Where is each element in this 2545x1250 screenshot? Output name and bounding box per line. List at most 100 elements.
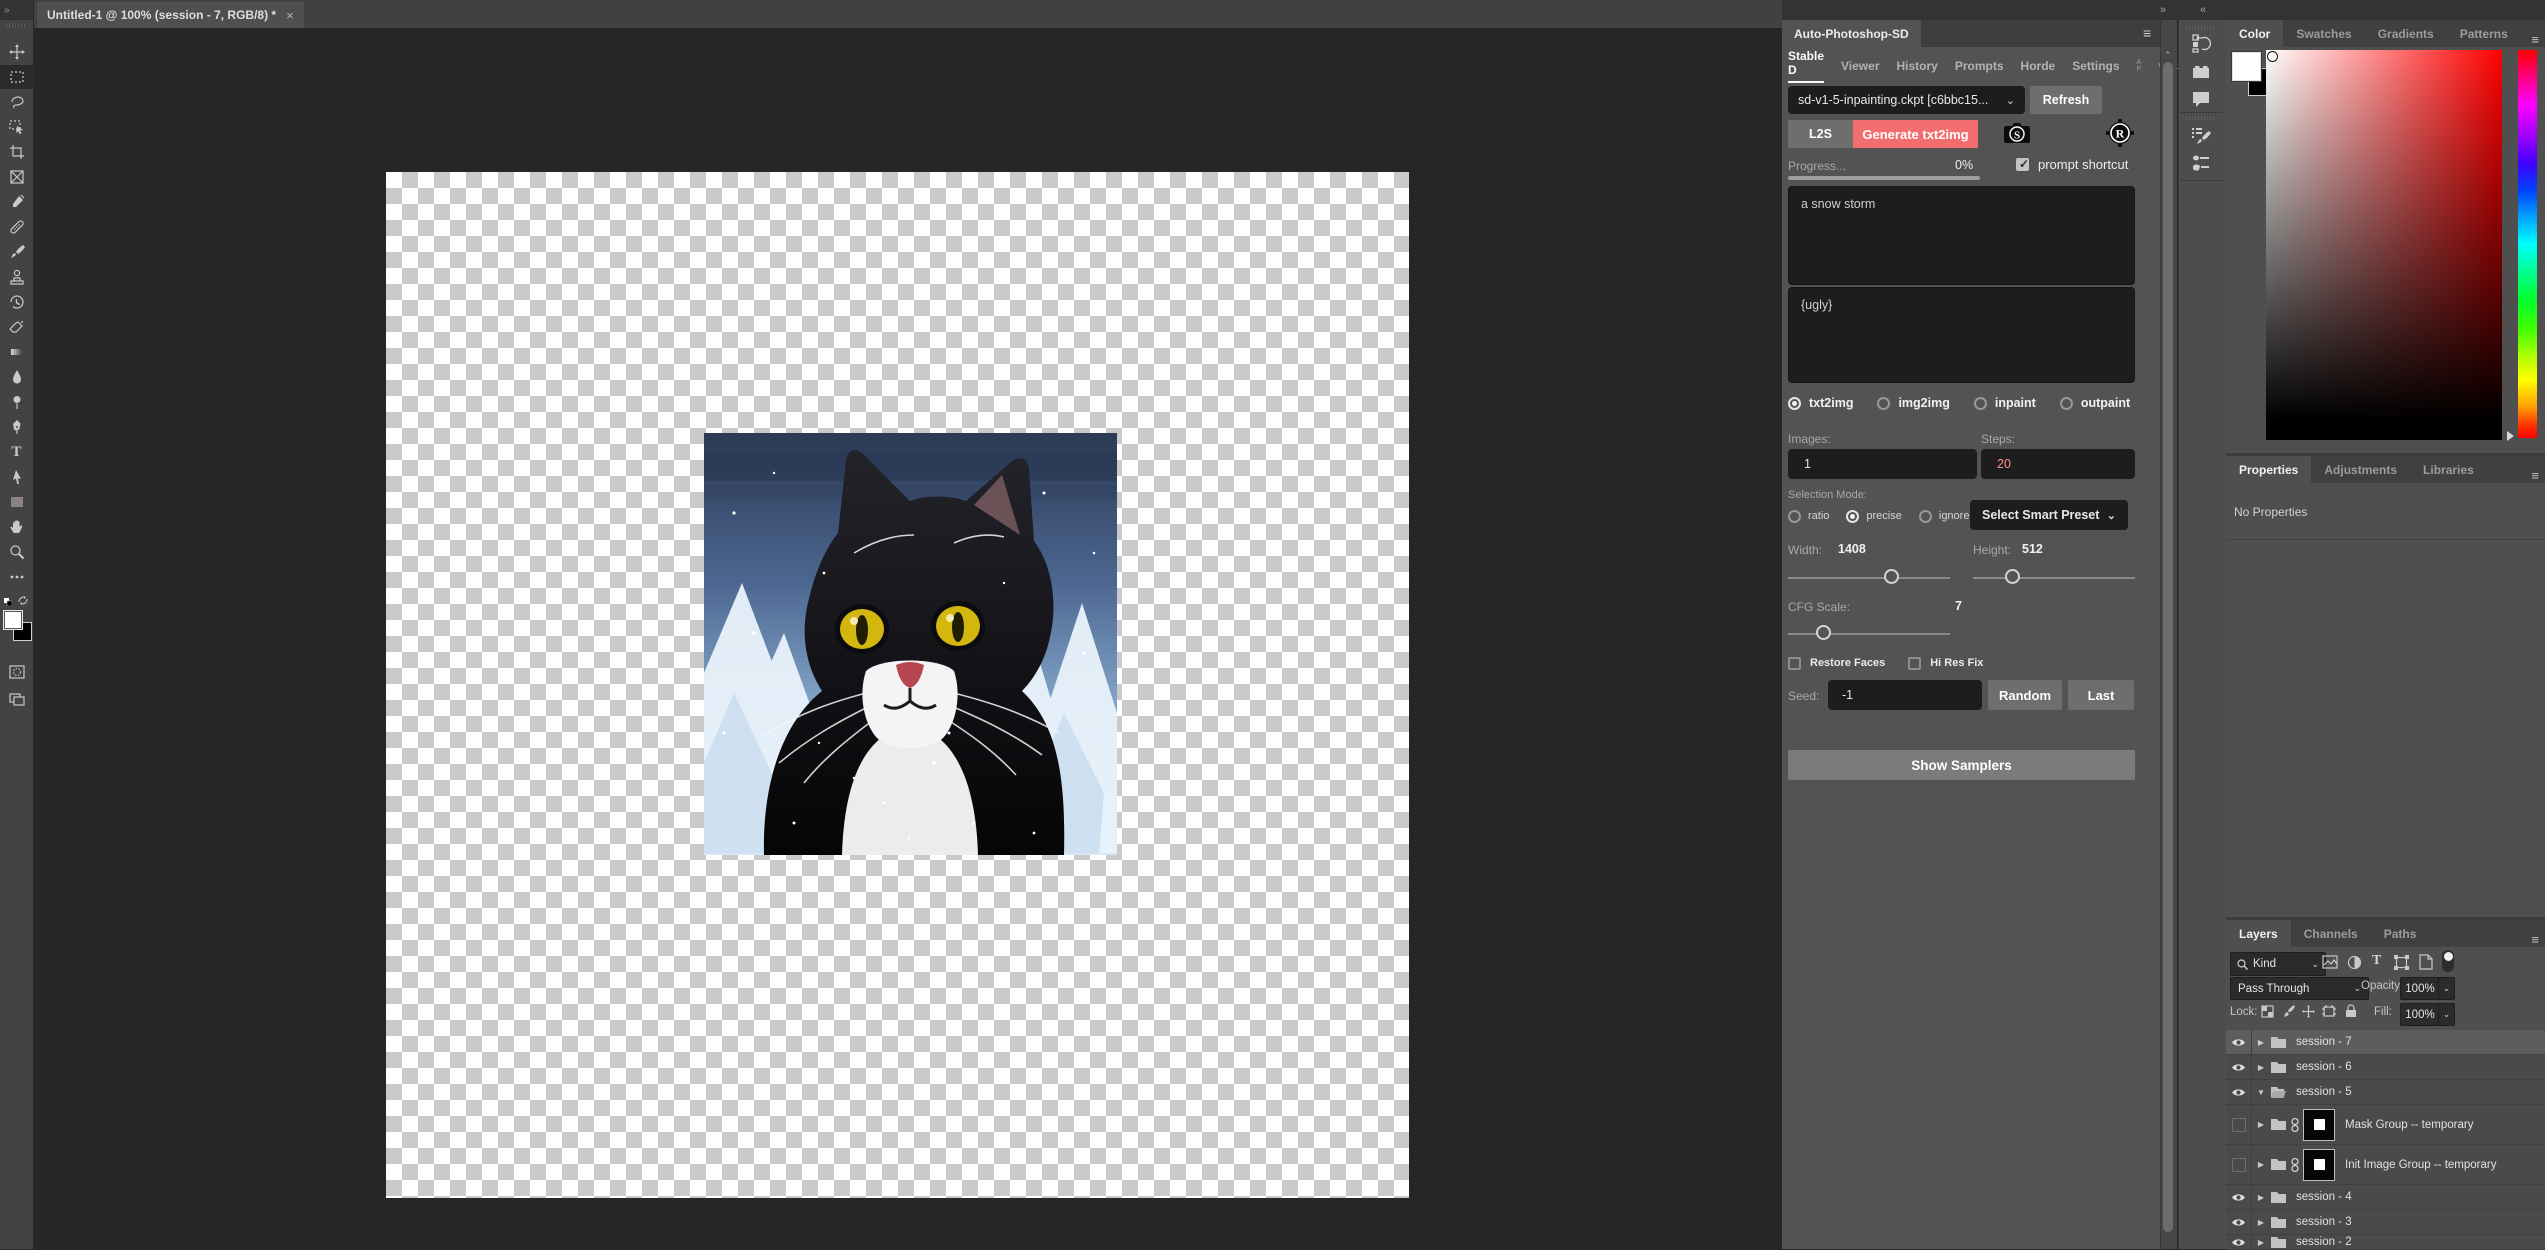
tab-adjustments[interactable]: Adjustments bbox=[2311, 456, 2410, 483]
tab-patterns[interactable]: Patterns bbox=[2447, 20, 2521, 47]
outpaint-radio[interactable] bbox=[2060, 397, 2073, 410]
negative-prompt-textarea[interactable]: {ugly} bbox=[1788, 287, 2135, 383]
fill-input[interactable]: 100% bbox=[2400, 1003, 2440, 1026]
filter-adjustment-layers-icon[interactable] bbox=[2347, 955, 2362, 970]
tab-paths[interactable]: Paths bbox=[2371, 920, 2430, 947]
tab-history[interactable]: History bbox=[1897, 59, 1938, 73]
plugin-collapse-icon[interactable]: » bbox=[2160, 4, 2166, 16]
snapshot-camera-icon[interactable]: S bbox=[2002, 120, 2032, 146]
layer-mask-thumbnail[interactable] bbox=[2303, 1109, 2335, 1141]
comments-panel-icon[interactable] bbox=[2189, 88, 2213, 110]
object-selection-tool-icon[interactable] bbox=[0, 115, 33, 139]
eraser-tool-icon[interactable] bbox=[0, 315, 33, 339]
mask-link-icon[interactable] bbox=[2291, 1117, 2299, 1133]
plugin-panel-tab[interactable]: Auto-Photoshop-SD bbox=[1782, 20, 1921, 47]
fill-dropdown-button[interactable]: ⌄ bbox=[2438, 1003, 2455, 1026]
history-panel-icon[interactable] bbox=[2189, 32, 2213, 54]
visibility-toggle[interactable] bbox=[2226, 1235, 2252, 1249]
expand-chevron-icon[interactable]: ▶ bbox=[2252, 1193, 2270, 1202]
model-select[interactable]: sd-v1-5-inpainting.ckpt [c6bbc15... ⌄ bbox=[1788, 86, 2025, 114]
restore-faces-checkbox[interactable] bbox=[1788, 657, 1801, 670]
fg-color-swatch[interactable] bbox=[2232, 52, 2261, 81]
crop-tool-icon[interactable] bbox=[0, 140, 33, 164]
strip-grip[interactable] bbox=[2186, 26, 2216, 30]
path-selection-tool-icon[interactable] bbox=[0, 465, 33, 489]
type-tool-icon[interactable]: T bbox=[0, 440, 33, 464]
expand-chevron-icon[interactable]: ▶ bbox=[2252, 1160, 2270, 1169]
layer-row[interactable]: ▶ session - 3 bbox=[2226, 1210, 2545, 1235]
screen-mode-icon[interactable] bbox=[0, 687, 33, 711]
layer-name[interactable]: session - 6 bbox=[2296, 1061, 2352, 1073]
strip-collapse-icon[interactable]: « bbox=[2200, 4, 2206, 16]
pen-tool-icon[interactable] bbox=[0, 415, 33, 439]
ignore-radio[interactable] bbox=[1919, 510, 1932, 523]
close-tab-icon[interactable]: × bbox=[286, 8, 294, 23]
toolbar-grip[interactable] bbox=[6, 23, 27, 28]
tab-swatches[interactable]: Swatches bbox=[2283, 20, 2364, 47]
filter-toggle[interactable] bbox=[2442, 950, 2454, 972]
color-saturation-field[interactable] bbox=[2266, 50, 2502, 440]
layer-row[interactable]: ▶ session - 7 bbox=[2226, 1030, 2545, 1055]
frame-tool-icon[interactable] bbox=[0, 165, 33, 189]
layer-name[interactable]: Mask Group -- temporary bbox=[2345, 1119, 2473, 1131]
tab-layers[interactable]: Layers bbox=[2226, 920, 2291, 947]
toolbar-collapse-icon[interactable]: » bbox=[0, 0, 33, 20]
tab-viewer[interactable]: Viewer bbox=[1841, 59, 1879, 73]
seed-input[interactable]: -1 bbox=[1828, 680, 1982, 710]
expand-chevron-icon[interactable]: ▶ bbox=[2252, 1120, 2270, 1129]
precise-radio[interactable] bbox=[1846, 510, 1859, 523]
layer-name[interactable]: session - 7 bbox=[2296, 1036, 2352, 1048]
layer-row[interactable]: ▶ session - 6 bbox=[2226, 1055, 2545, 1080]
zoom-tool-icon[interactable] bbox=[0, 540, 33, 564]
quick-mask-icon[interactable] bbox=[0, 660, 33, 684]
opacity-input[interactable]: 100% bbox=[2400, 977, 2440, 1000]
hand-tool-icon[interactable] bbox=[0, 515, 33, 539]
steps-input[interactable]: 20 bbox=[1981, 449, 2135, 479]
move-tool-icon[interactable] bbox=[0, 40, 33, 64]
visibility-toggle[interactable] bbox=[2226, 1185, 2252, 1209]
txt2img-radio[interactable] bbox=[1788, 397, 1801, 410]
layer-row[interactable]: ▶ session - 2 bbox=[2226, 1235, 2545, 1250]
expand-chevron-icon[interactable]: ▶ bbox=[2252, 1063, 2270, 1072]
brush-tool-icon[interactable] bbox=[0, 240, 33, 264]
tab-channels[interactable]: Channels bbox=[2291, 920, 2371, 947]
visibility-toggle[interactable] bbox=[2226, 1145, 2252, 1184]
layer-row[interactable]: ▶ session - 4 bbox=[2226, 1185, 2545, 1210]
layer-name[interactable]: session - 2 bbox=[2296, 1236, 2352, 1248]
prompt-textarea[interactable]: a snow storm bbox=[1788, 186, 2135, 285]
layer-name[interactable]: Init Image Group -- temporary bbox=[2345, 1159, 2496, 1171]
lock-paint-icon[interactable] bbox=[2282, 1005, 2295, 1018]
inpaint-radio[interactable] bbox=[1974, 397, 1987, 410]
width-slider-thumb[interactable] bbox=[1884, 569, 1899, 584]
layers-panel-menu-icon[interactable]: ≡ bbox=[2531, 932, 2545, 947]
expand-chevron-icon[interactable]: ▶ bbox=[2252, 1218, 2270, 1227]
layer-name[interactable]: session - 3 bbox=[2296, 1216, 2352, 1228]
img2img-radio[interactable] bbox=[1877, 397, 1890, 410]
tab-prompts[interactable]: Prompts bbox=[1955, 59, 2004, 73]
smart-preset-select[interactable]: Select Smart Preset ⌄ bbox=[1970, 500, 2128, 530]
expand-chevron-icon[interactable]: ▶ bbox=[2252, 1038, 2270, 1047]
rectangular-marquee-tool-icon[interactable] bbox=[0, 65, 33, 89]
generated-cat-image[interactable] bbox=[704, 433, 1117, 855]
hi-res-fix-checkbox[interactable] bbox=[1908, 657, 1921, 670]
refresh-button[interactable]: Refresh bbox=[2030, 86, 2102, 114]
images-input[interactable]: 1 bbox=[1788, 449, 1977, 479]
layer-filter-kind-select[interactable]: Kind ⌄ bbox=[2230, 952, 2326, 976]
scroll-up-icon[interactable]: ⌃ bbox=[2164, 50, 2172, 61]
layer-mask-thumbnail[interactable] bbox=[2303, 1149, 2335, 1181]
expand-chevron-icon[interactable]: ▶ bbox=[2252, 1238, 2270, 1247]
show-samplers-button[interactable]: Show Samplers bbox=[1788, 750, 2135, 780]
gradient-tool-icon[interactable] bbox=[0, 340, 33, 364]
layer-name[interactable]: session - 5 bbox=[2296, 1086, 2352, 1098]
color-panel-menu-icon[interactable]: ≡ bbox=[2531, 32, 2545, 47]
foreground-color-swatch[interactable] bbox=[3, 610, 23, 630]
random-seed-button[interactable]: Random bbox=[1988, 680, 2062, 710]
filter-type-layers-icon[interactable]: T bbox=[2372, 953, 2381, 969]
width-slider[interactable] bbox=[1788, 577, 1950, 579]
visibility-toggle[interactable] bbox=[2226, 1055, 2252, 1079]
ratio-radio[interactable] bbox=[1788, 510, 1801, 523]
visibility-toggle[interactable] bbox=[2226, 1080, 2252, 1104]
tab-color[interactable]: Color bbox=[2226, 20, 2283, 47]
document-tab[interactable]: Untitled-1 @ 100% (session - 7, RGB/8) *… bbox=[37, 2, 304, 28]
layer-name[interactable]: session - 4 bbox=[2296, 1191, 2352, 1203]
